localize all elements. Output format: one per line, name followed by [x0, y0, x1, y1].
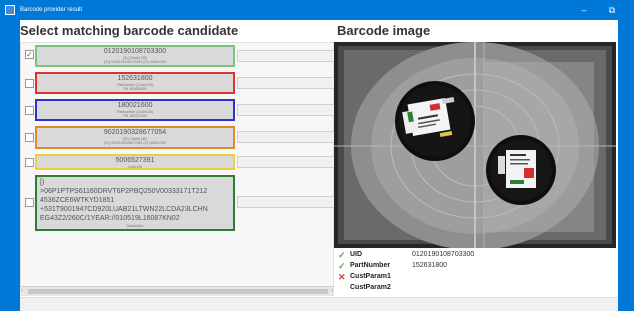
- window-frame-right: [618, 20, 634, 311]
- check-icon: ✓: [26, 50, 33, 59]
- candidate-box-uid-2[interactable]: 9020190328677054 (31) Gtwiet (35) (31) 9…: [35, 126, 235, 149]
- barcode-photo: [334, 42, 616, 248]
- candidate-dropdown[interactable]: ⌄: [237, 77, 349, 89]
- candidate-checkbox[interactable]: [25, 133, 34, 142]
- param-name: CustParam2: [350, 284, 391, 291]
- candidate-dropdown[interactable]: ⌄: [237, 50, 349, 62]
- button-bar: [20, 297, 618, 311]
- param-value: 152631800: [412, 262, 448, 269]
- param-value: 0120190108703300: [412, 251, 475, 258]
- scrollbar-thumb[interactable]: [28, 289, 328, 294]
- candidates-heading: Select matching barcode candidate: [20, 23, 239, 38]
- candidate-dropdown[interactable]: ⌄: [237, 131, 349, 143]
- barcode-image-heading: Barcode image: [337, 23, 431, 38]
- candidate-box-partnumber-2[interactable]: 180021600 Partnumber (Code128) PN 180021…: [35, 99, 235, 121]
- param-row: ✓ PartNumber 152631800: [336, 261, 616, 272]
- candidate-box-code128[interactable]: 5006527391 Code128: [35, 154, 235, 170]
- check-icon: ✓: [338, 261, 346, 271]
- candidate-type: DataMatrix: [126, 224, 144, 228]
- candidate-detail: PN 180021600: [123, 114, 147, 118]
- param-row: ✕ CustParam1: [336, 272, 616, 283]
- barcode-image: [334, 42, 616, 248]
- window-title: Barcode provider result: [20, 7, 83, 13]
- candidate-checkbox[interactable]: [25, 79, 34, 88]
- candidate-value: 5006527391: [115, 157, 155, 164]
- candidate-value: 180021600: [117, 102, 153, 109]
- candidate-checkbox[interactable]: [25, 198, 34, 207]
- horizontal-scrollbar[interactable]: ‹ ›: [20, 286, 334, 296]
- param-results: ✓ UID 0120190108703300 ✓ PartNumber 1526…: [336, 250, 616, 296]
- param-row: ✓ UID 0120190108703300: [336, 250, 616, 261]
- param-name: CustParam1: [350, 273, 391, 280]
- candidate-value: 9020190328677054: [103, 129, 167, 136]
- candidate-list: ✓ 0120190108703300 (31) Gtwiet (35) (31)…: [20, 42, 349, 296]
- candidate-dropdown[interactable]: ⌄: [237, 104, 349, 116]
- param-name: UID: [350, 251, 363, 258]
- candidate-box-datamatrix[interactable]: [) >06P1PTPS61160DRVT6P2PBQ250V00333171T…: [35, 175, 235, 231]
- candidate-dropdown[interactable]: ⌄: [237, 196, 349, 208]
- scroll-right-icon[interactable]: ›: [331, 288, 333, 294]
- candidate-value: [) >06P1PTPS61160DRVT6P2PBQ250V00333171T…: [40, 179, 208, 222]
- candidate-type: Code128: [127, 165, 143, 169]
- check-icon: ✓: [338, 250, 346, 260]
- candidate-checkbox[interactable]: [25, 158, 34, 167]
- candidate-value: 152631800: [117, 75, 153, 82]
- minimize-button[interactable]: –: [574, 2, 594, 18]
- cross-icon: ✕: [338, 272, 346, 282]
- candidate-checkbox[interactable]: [25, 106, 34, 115]
- candidate-value: 0120190108703300: [103, 48, 167, 55]
- title-bar: Barcode provider result – ⧉: [0, 0, 634, 20]
- candidate-detail: (31) 9020190328677054 (31) 46891300: [103, 141, 167, 145]
- candidate-detail: PN 152631800: [123, 87, 147, 91]
- param-row: CustParam2: [336, 283, 616, 294]
- candidate-box-partnumber[interactable]: 152631800 Partnumber (Code128) PN 152631…: [35, 72, 235, 94]
- restore-button[interactable]: ⧉: [602, 2, 622, 18]
- app-icon: [5, 5, 15, 15]
- candidate-detail: (31) 0120190108703300 (31) 46891300: [103, 60, 167, 64]
- param-name: PartNumber: [350, 262, 391, 269]
- candidate-box-uid[interactable]: 0120190108703300 (31) Gtwiet (35) (31) 0…: [35, 45, 235, 67]
- scroll-left-icon[interactable]: ‹: [21, 288, 23, 294]
- candidate-dropdown[interactable]: ⌄: [237, 156, 349, 168]
- window-frame-left: [0, 20, 20, 311]
- candidate-checkbox[interactable]: ✓: [25, 50, 34, 59]
